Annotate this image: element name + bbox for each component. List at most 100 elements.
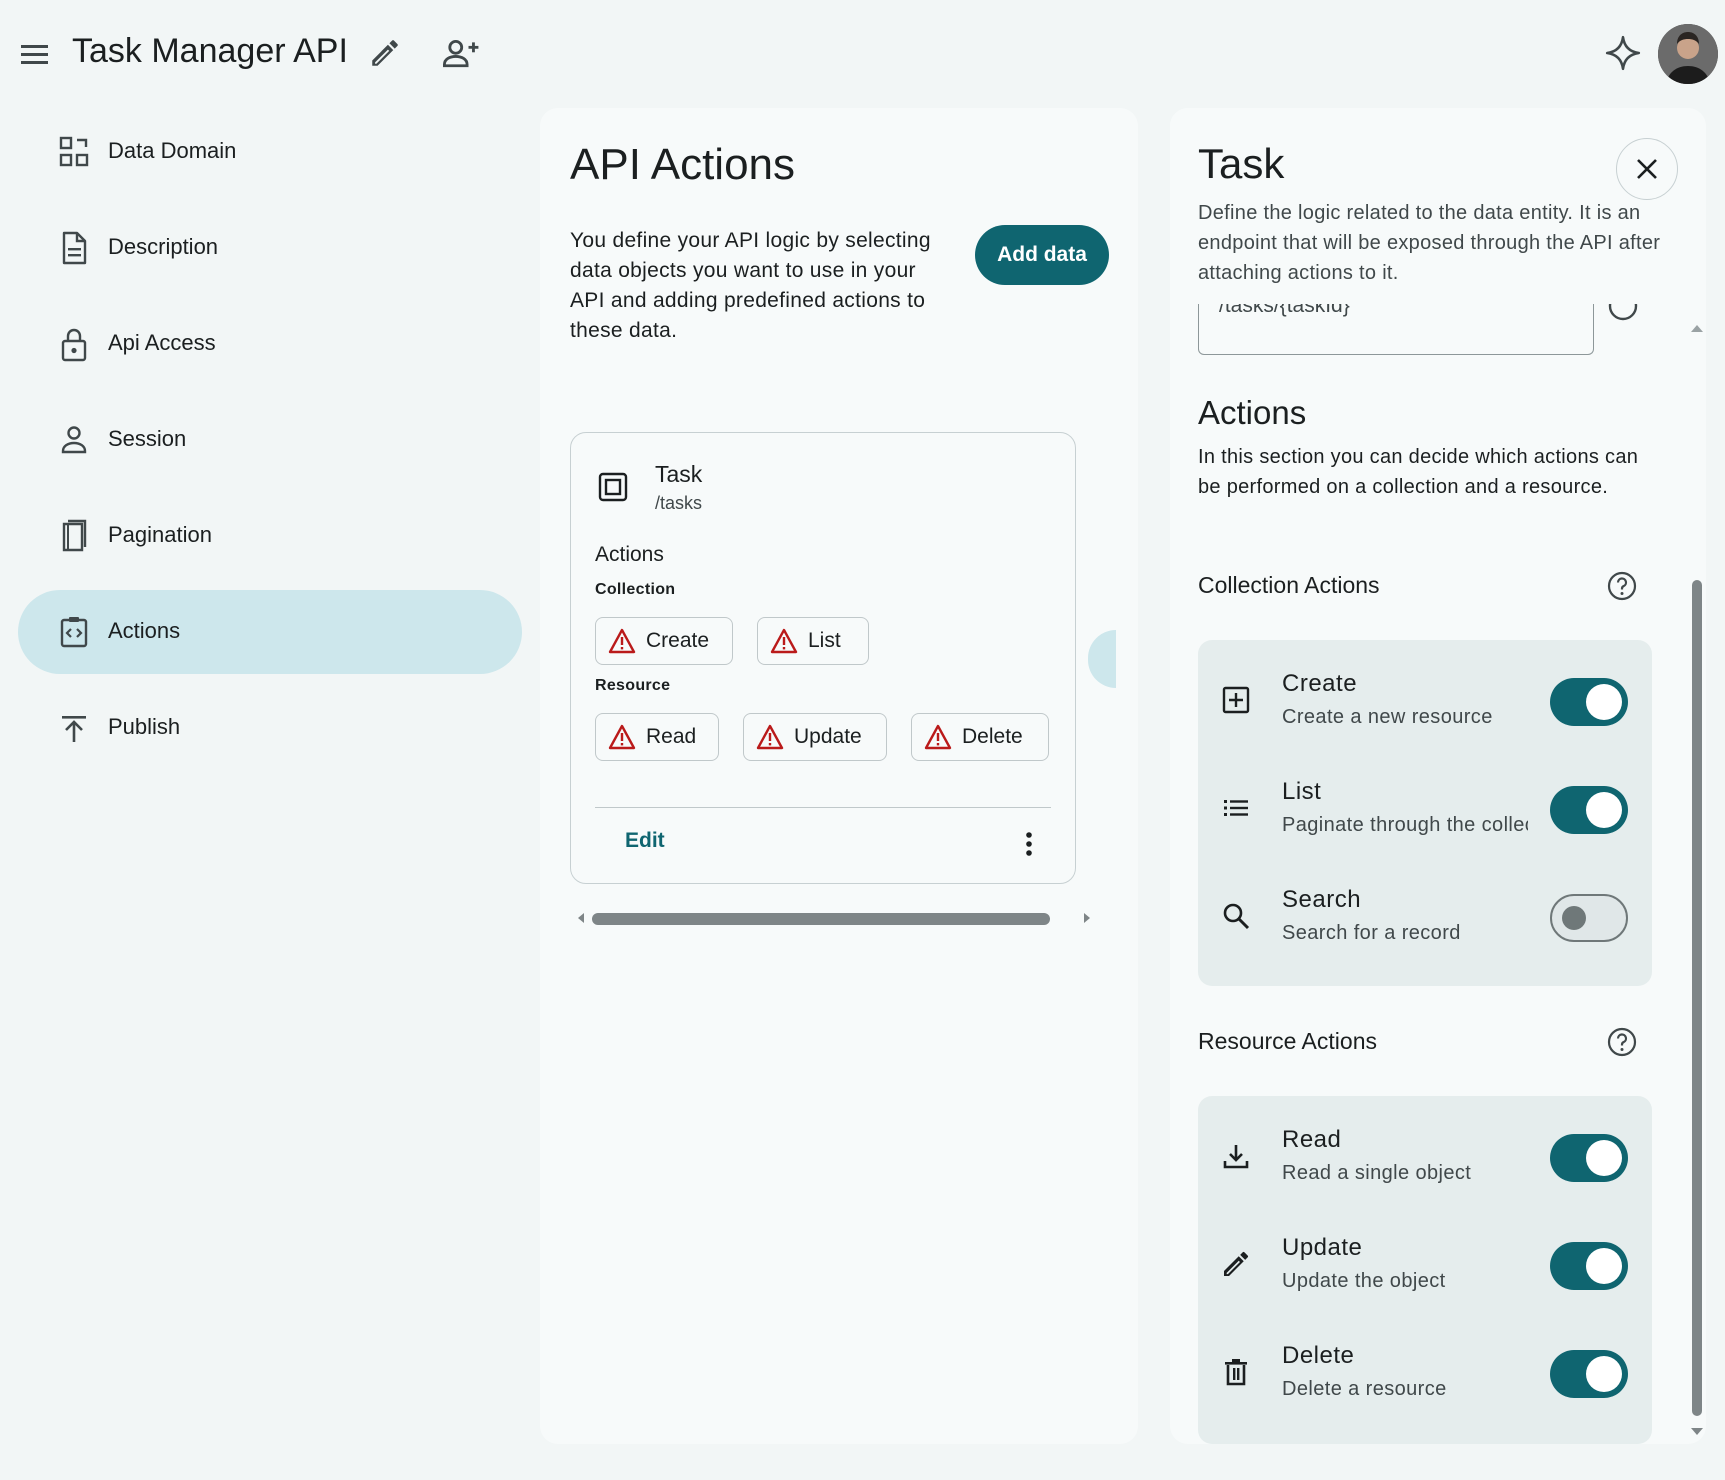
- row-subtitle: Create a new resource: [1282, 706, 1493, 728]
- warning-icon: [608, 724, 636, 750]
- person-icon: [54, 420, 94, 460]
- create-toggle[interactable]: [1550, 678, 1628, 726]
- chip-label: Update: [794, 725, 862, 748]
- help-icon[interactable]: [1606, 1026, 1638, 1058]
- sidebar-item-label: Data Domain: [108, 138, 237, 163]
- sparkle-icon[interactable]: [1604, 34, 1642, 72]
- trash-icon: [1220, 1356, 1252, 1388]
- card-path: /tasks: [655, 493, 703, 513]
- resource-actions-heading: Resource Actions: [1198, 1028, 1377, 1054]
- page-title: API Actions: [570, 140, 796, 189]
- warning-icon: [770, 628, 798, 654]
- close-button[interactable]: [1616, 138, 1678, 200]
- list-item: Read Read a single object: [1198, 1104, 1652, 1212]
- panel-description: Define the logic related to the data ent…: [1198, 202, 1661, 284]
- task-detail-panel: /tasks/{taskId} Task Define the logic re…: [1170, 108, 1706, 1444]
- path-field-value: /tasks/{taskId}: [1219, 304, 1350, 317]
- row-subtitle: Search for a record: [1282, 922, 1461, 944]
- sidebar-item-label: Actions: [108, 618, 181, 643]
- sidebar-item-description[interactable]: Description: [18, 206, 522, 290]
- list-item: Update Update the object: [1198, 1212, 1652, 1320]
- list-item: Delete Delete a resource: [1198, 1320, 1652, 1428]
- list-toggle[interactable]: [1550, 786, 1628, 834]
- row-title: List: [1282, 778, 1322, 805]
- publish-icon: [54, 708, 94, 748]
- person-add-icon[interactable]: [440, 36, 480, 70]
- list-item: Create Create a new resource: [1198, 648, 1652, 756]
- sidebar-item-label: Session: [108, 426, 187, 451]
- book-icon: [54, 516, 94, 556]
- edit-button[interactable]: Edit: [625, 829, 665, 853]
- chip-read[interactable]: Read: [595, 713, 719, 761]
- chip-create[interactable]: Create: [595, 617, 733, 665]
- scroll-down-icon[interactable]: [1690, 1426, 1704, 1438]
- entity-icon: [597, 471, 629, 503]
- warning-icon: [924, 724, 952, 750]
- sidebar: Data Domain Description Api Access Sessi…: [18, 110, 522, 782]
- sidebar-item-pagination[interactable]: Pagination: [18, 494, 522, 578]
- card-title: Task: [655, 461, 703, 487]
- sidebar-item-publish[interactable]: Publish: [18, 686, 522, 770]
- avatar[interactable]: [1658, 24, 1718, 84]
- card-divider: [595, 807, 1051, 808]
- chip-delete[interactable]: Delete: [911, 713, 1049, 761]
- warning-icon: [608, 628, 636, 654]
- chip-label: Delete: [962, 725, 1023, 748]
- sidebar-item-data-domain[interactable]: Data Domain: [18, 110, 522, 194]
- add-box-icon: [1220, 684, 1252, 716]
- chip-list[interactable]: List: [757, 617, 869, 665]
- scroll-up-icon[interactable]: [1690, 322, 1704, 334]
- scrollbar-thumb[interactable]: [592, 913, 1050, 925]
- data-domain-icon: [54, 132, 94, 172]
- help-icon[interactable]: [1606, 570, 1638, 602]
- download-icon: [1220, 1140, 1252, 1172]
- chip-label: Read: [646, 725, 697, 748]
- search-toggle[interactable]: [1550, 894, 1628, 942]
- row-title: Read: [1282, 1126, 1342, 1153]
- read-toggle[interactable]: [1550, 1134, 1628, 1182]
- sidebar-item-label: Description: [108, 234, 219, 259]
- pencil-icon: [1220, 1248, 1252, 1280]
- sidebar-item-api-access[interactable]: Api Access: [18, 302, 522, 386]
- row-title: Create: [1282, 670, 1358, 697]
- panel-title: Task: [1198, 140, 1285, 187]
- sidebar-item-session[interactable]: Session: [18, 398, 522, 482]
- next-card-peek[interactable]: [1088, 630, 1116, 688]
- collection-actions-group: Create Create a new resource List Pagina…: [1198, 640, 1652, 986]
- scroll-right-icon[interactable]: [1080, 911, 1094, 925]
- add-data-button[interactable]: Add data: [975, 225, 1109, 285]
- actions-section-description: In this section you can decide which act…: [1198, 446, 1639, 498]
- collection-actions-heading: Collection Actions: [1198, 572, 1380, 598]
- sidebar-item-label: Api Access: [108, 330, 216, 355]
- top-app-bar: Task Manager API: [0, 0, 1725, 105]
- sidebar-item-label: Pagination: [108, 522, 212, 547]
- chip-label: List: [808, 629, 841, 652]
- close-icon: [1637, 159, 1657, 179]
- more-vert-icon[interactable]: [1019, 829, 1039, 859]
- sidebar-item-label: Publish: [108, 714, 181, 739]
- row-title: Delete: [1282, 1342, 1355, 1369]
- path-field[interactable]: /tasks/{taskId}: [1198, 304, 1594, 355]
- pencil-icon[interactable]: [368, 36, 402, 70]
- lock-icon: [54, 324, 94, 364]
- document-icon: [54, 228, 94, 268]
- sidebar-item-actions[interactable]: Actions: [18, 590, 522, 674]
- menu-icon[interactable]: [18, 40, 52, 68]
- delete-toggle[interactable]: [1550, 1350, 1628, 1398]
- row-subtitle: Read a single object: [1282, 1162, 1472, 1184]
- warning-icon: [756, 724, 784, 750]
- scrollbar-thumb[interactable]: [1692, 580, 1702, 1416]
- code-clipboard-icon: [54, 612, 94, 652]
- horizontal-scrollbar[interactable]: [570, 908, 1102, 928]
- chip-update[interactable]: Update: [743, 713, 887, 761]
- help-icon[interactable]: [1608, 304, 1638, 324]
- scroll-left-icon[interactable]: [574, 911, 588, 925]
- list-icon: [1220, 792, 1252, 824]
- app-title: Task Manager API: [72, 32, 348, 70]
- row-title: Update: [1282, 1234, 1363, 1261]
- update-toggle[interactable]: [1550, 1242, 1628, 1290]
- row-title: Search: [1282, 886, 1362, 913]
- row-subtitle: Delete a resource: [1282, 1378, 1447, 1400]
- resource-actions-group: Read Read a single object Update Update …: [1198, 1096, 1652, 1444]
- chip-label: Create: [646, 629, 710, 652]
